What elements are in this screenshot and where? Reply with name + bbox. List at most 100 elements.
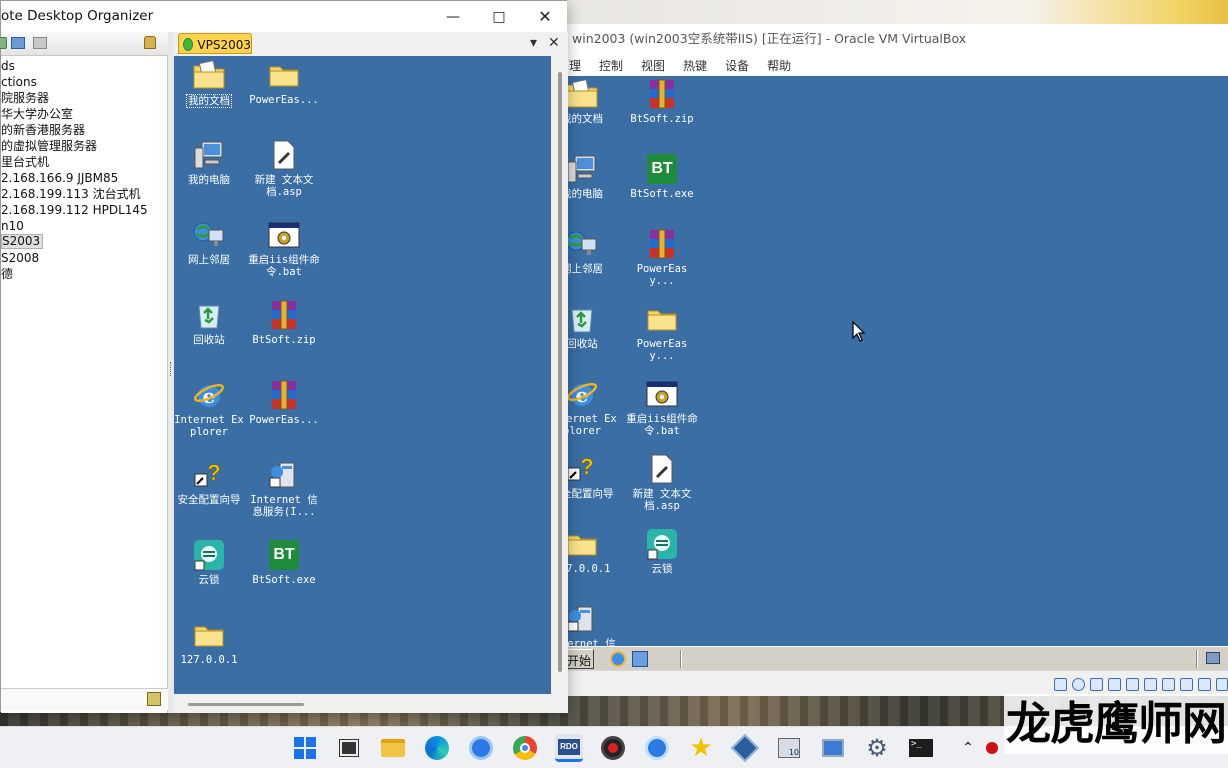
guest-desktop-icon[interactable]: 我的文档 bbox=[560, 78, 618, 125]
guest-desktop-icon[interactable]: 云锁 bbox=[626, 528, 698, 575]
desktop-icon[interactable]: 重启iis组件命令.bat bbox=[248, 219, 320, 278]
optical-status-icon[interactable] bbox=[1072, 678, 1085, 691]
tree-item[interactable]: 的虚拟管理服务器 bbox=[1, 138, 168, 154]
usb-status-icon[interactable] bbox=[1126, 678, 1139, 691]
file-explorer-icon[interactable] bbox=[379, 734, 407, 762]
menu-item-view[interactable]: 视图 bbox=[632, 54, 674, 74]
guest-desktop-icon[interactable]: BtSoft.zip bbox=[626, 78, 698, 125]
tree-item-label: 里台式机 bbox=[1, 155, 50, 169]
add-connection-icon[interactable] bbox=[11, 37, 25, 49]
add-group-icon[interactable] bbox=[33, 37, 47, 49]
ie-quicklaunch-icon[interactable] bbox=[610, 651, 626, 667]
mouse-integration-icon[interactable] bbox=[1216, 678, 1228, 691]
tree-item[interactable]: 2.168.166.9 JJBM85 bbox=[1, 170, 168, 186]
tab-list-chevron-icon[interactable]: ▾ bbox=[530, 35, 537, 51]
desktop-icon[interactable]: 我的电脑 bbox=[174, 139, 245, 186]
desktop-icon[interactable]: BtSoft.zip bbox=[248, 299, 320, 346]
tree-item[interactable]: 德 bbox=[1, 266, 168, 282]
star-app-icon[interactable]: ★ bbox=[687, 733, 715, 763]
tray-record-icon[interactable] bbox=[978, 734, 1006, 762]
tab-vps2003[interactable]: VPS2003 bbox=[178, 33, 252, 54]
guest-desktop-icon[interactable]: 我的电脑 bbox=[560, 153, 618, 200]
task-view-icon[interactable] bbox=[335, 734, 363, 762]
lock-icon[interactable] bbox=[144, 36, 156, 49]
guest-desktop-icon[interactable]: ? 安全配置向导 bbox=[560, 453, 618, 500]
vertical-scrollbar[interactable] bbox=[552, 56, 568, 694]
guest-desktop-icon[interactable]: PowerEasy... bbox=[626, 303, 698, 362]
guest-desktop-icon[interactable]: 网上邻居 bbox=[560, 228, 618, 275]
guest-desktop-icon[interactable]: e Internet Explorer bbox=[560, 378, 618, 437]
hdd-status-icon[interactable] bbox=[1054, 678, 1067, 691]
connect-icon[interactable] bbox=[0, 37, 7, 49]
recording-status-icon[interactable] bbox=[1180, 678, 1193, 691]
remote-desktop-screen[interactable]: 我的文档 PowerEas... 我的电脑 新建 文本文档.asp 网上邻居 重启iis组… bbox=[174, 56, 551, 694]
menu-item-control[interactable]: 控制 bbox=[590, 54, 632, 74]
maximize-button[interactable]: □ bbox=[476, 1, 522, 32]
guest-desktop-icon[interactable]: BT BtSoft.exe bbox=[626, 153, 698, 200]
guest-desktop-icon[interactable]: 回收站 bbox=[560, 303, 618, 350]
guest-desktop-icon[interactable]: 重启iis组件命令.bat bbox=[626, 378, 698, 437]
display-status-icon[interactable] bbox=[1162, 678, 1175, 691]
ghost-app-icon[interactable]: 10 bbox=[775, 734, 803, 762]
settings-gear-icon[interactable]: ⚙ bbox=[863, 734, 891, 762]
network-status-icon[interactable] bbox=[1108, 678, 1121, 691]
tray-network-icon[interactable] bbox=[1206, 652, 1220, 664]
guest-desktop-icon[interactable]: 127.0.0.1 bbox=[560, 528, 618, 575]
cloud-app-2-icon[interactable] bbox=[643, 734, 671, 762]
show-desktop-quicklaunch-icon[interactable] bbox=[632, 651, 648, 667]
terminal-app-icon[interactable]: >_ bbox=[907, 734, 935, 762]
tree-item[interactable]: 里台式机 bbox=[1, 154, 168, 170]
horizontal-scroll-thumb[interactable] bbox=[188, 703, 304, 706]
cloud-app-icon[interactable] bbox=[467, 734, 495, 762]
tree-item[interactable]: ds bbox=[1, 58, 168, 74]
close-button[interactable]: ✕ bbox=[522, 1, 568, 32]
desktop-icon-label: PowerEas... bbox=[249, 414, 319, 426]
rdo-app-icon[interactable]: RDO bbox=[555, 734, 583, 762]
desktop-icon[interactable]: PowerEas... bbox=[248, 59, 320, 106]
desktop-icon[interactable]: Internet 信息服务(I... bbox=[248, 459, 320, 518]
record-app-icon[interactable] bbox=[599, 734, 627, 762]
chrome-browser-icon[interactable] bbox=[511, 734, 539, 762]
close-tab-icon[interactable]: ✕ bbox=[548, 35, 560, 51]
desktop-icon[interactable]: 云锁 bbox=[174, 539, 245, 586]
desktop-icon[interactable]: e Internet Explorer bbox=[174, 379, 245, 438]
tree-item[interactable]: S2008 bbox=[1, 250, 168, 266]
windows-start-icon[interactable] bbox=[291, 734, 319, 762]
desktop-icon[interactable]: 新建 文本文档.asp bbox=[248, 139, 320, 198]
shared-folders-status-icon[interactable] bbox=[1144, 678, 1157, 691]
vertical-scroll-thumb[interactable] bbox=[558, 72, 562, 672]
tree-item[interactable]: 的新香港服务器 bbox=[1, 122, 168, 138]
desktop-icon-label: 新建 文本文档.asp bbox=[254, 174, 314, 198]
remote-desktop-app-icon[interactable] bbox=[819, 734, 847, 762]
desktop-icon[interactable]: PowerEas... bbox=[248, 379, 320, 426]
virtualbox-app-icon[interactable] bbox=[730, 733, 760, 763]
tree-item[interactable]: ctions bbox=[1, 74, 168, 90]
audio-status-icon[interactable] bbox=[1090, 678, 1103, 691]
properties-icon[interactable] bbox=[147, 692, 161, 706]
menu-item-devices[interactable]: 设备 bbox=[716, 54, 758, 74]
cpu-status-icon[interactable] bbox=[1198, 678, 1211, 691]
guest-desktop-icon[interactable]: Internet 信 bbox=[560, 603, 618, 646]
vm-guest-desktop[interactable]: 我的文档 BtSoft.zip 我的电脑 BT BtSoft.exe 网上邻居 PowerE… bbox=[560, 76, 1228, 646]
tree-item[interactable]: 2.168.199.112 HPDL145 bbox=[1, 202, 168, 218]
desktop-icon[interactable]: 127.0.0.1 bbox=[174, 619, 245, 666]
menu-item-help[interactable]: 帮助 bbox=[758, 54, 800, 74]
tray-separator bbox=[680, 650, 682, 668]
tree-item[interactable]: 院服务器 bbox=[1, 90, 168, 106]
tree-item[interactable]: 华大学办公室 bbox=[1, 106, 168, 122]
guest-desktop-icon[interactable]: PowerEasy... bbox=[626, 228, 698, 287]
tree-item[interactable]: 2.168.199.113 沈台式机 bbox=[1, 186, 168, 202]
desktop-icon[interactable]: 网上邻居 bbox=[174, 219, 245, 266]
guest-desktop-icon[interactable]: 新建 文本文档.asp bbox=[626, 453, 698, 512]
horizontal-scrollbar[interactable] bbox=[174, 696, 551, 712]
edge-browser-icon[interactable] bbox=[423, 734, 451, 762]
minimize-button[interactable]: — bbox=[430, 1, 476, 32]
tree-item[interactable]: n10 bbox=[1, 218, 168, 234]
desktop-icon[interactable]: 回收站 bbox=[174, 299, 245, 346]
desktop-icon[interactable]: BT BtSoft.exe bbox=[248, 539, 320, 586]
guest-desktop-icon-label: PowerEasy... bbox=[636, 263, 688, 287]
tree-item[interactable]: S2003 bbox=[1, 234, 168, 250]
desktop-icon[interactable]: 我的文档 bbox=[174, 59, 245, 108]
menu-item-hotkeys[interactable]: 热键 bbox=[674, 54, 716, 74]
desktop-icon[interactable]: ? 安全配置向导 bbox=[174, 459, 245, 506]
